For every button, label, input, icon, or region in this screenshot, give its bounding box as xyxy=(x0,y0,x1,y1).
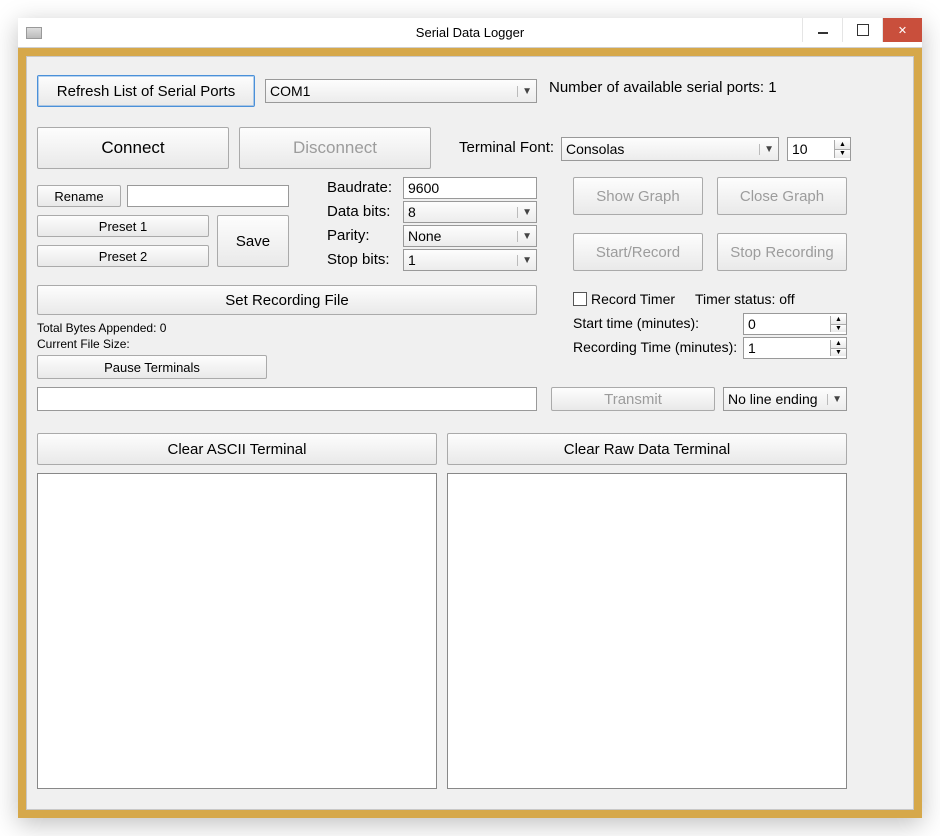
preset2-button[interactable]: Preset 2 xyxy=(37,245,209,267)
ascii-terminal[interactable] xyxy=(37,473,437,789)
stopbits-select[interactable]: 1▼ xyxy=(403,249,537,271)
timer-status-label: Timer status: off xyxy=(695,291,795,307)
chevron-down-icon: ▼ xyxy=(517,231,532,242)
start-time-stepper[interactable]: 0 ▲▼ xyxy=(743,313,847,335)
databits-label: Data bits: xyxy=(327,203,390,220)
chevron-down-icon: ▼ xyxy=(517,255,532,266)
preset1-button[interactable]: Preset 1 xyxy=(37,215,209,237)
font-size-value: 10 xyxy=(792,141,808,157)
close-graph-button[interactable]: Close Graph xyxy=(717,177,847,215)
parity-select[interactable]: None ▼ xyxy=(403,225,537,247)
parity-label: Parity: xyxy=(327,227,370,244)
terminal-font-label: Terminal Font: xyxy=(459,139,554,156)
transmit-input[interactable] xyxy=(37,387,537,411)
start-record-button[interactable]: Start/Record xyxy=(573,233,703,271)
port-select-value: COM1 xyxy=(270,83,310,99)
recording-time-value: 1 xyxy=(748,340,756,356)
line-ending-value: No line ending xyxy=(728,391,818,407)
recording-time-stepper[interactable]: 1 ▲▼ xyxy=(743,337,847,359)
start-time-label: Start time (minutes): xyxy=(573,315,699,331)
stopbits-label: Stop bits: xyxy=(327,251,390,268)
font-select-value: Consolas xyxy=(566,141,624,157)
minimize-button[interactable] xyxy=(802,18,842,42)
line-ending-select[interactable]: No line ending ▼ xyxy=(723,387,847,411)
transmit-button[interactable]: Transmit xyxy=(551,387,715,411)
databits-select[interactable]: 8▼ xyxy=(403,201,537,223)
connect-button[interactable]: Connect xyxy=(37,127,229,169)
spin-up-icon[interactable]: ▲ xyxy=(831,316,846,325)
clear-raw-button[interactable]: Clear Raw Data Terminal xyxy=(447,433,847,465)
window-title: Serial Data Logger xyxy=(18,25,922,40)
client-area: Refresh List of Serial Ports COM1 ▼ Numb… xyxy=(26,56,914,810)
maximize-button[interactable] xyxy=(842,18,882,42)
rename-input[interactable] xyxy=(127,185,289,207)
baudrate-label: Baudrate: xyxy=(327,179,392,196)
chevron-down-icon: ▼ xyxy=(827,394,842,405)
spin-down-icon[interactable]: ▼ xyxy=(835,150,850,159)
spin-down-icon[interactable]: ▼ xyxy=(831,349,846,357)
spin-down-icon[interactable]: ▼ xyxy=(831,325,846,333)
parity-value: None xyxy=(408,228,441,244)
show-graph-button[interactable]: Show Graph xyxy=(573,177,703,215)
set-recording-file-button[interactable]: Set Recording File xyxy=(37,285,537,315)
stop-recording-button[interactable]: Stop Recording xyxy=(717,233,847,271)
spin-up-icon[interactable]: ▲ xyxy=(835,140,850,150)
record-timer-label: Record Timer xyxy=(591,291,675,307)
rename-button[interactable]: Rename xyxy=(37,185,121,207)
clear-ascii-button[interactable]: Clear ASCII Terminal xyxy=(37,433,437,465)
chevron-down-icon: ▼ xyxy=(517,86,532,97)
databits-value: 8 xyxy=(408,204,416,220)
start-time-value: 0 xyxy=(748,316,756,332)
refresh-ports-button[interactable]: Refresh List of Serial Ports xyxy=(37,75,255,107)
ports-count-label: Number of available serial ports: 1 xyxy=(549,79,777,96)
chevron-down-icon: ▼ xyxy=(517,207,532,218)
record-timer-checkbox[interactable]: Record Timer xyxy=(573,291,675,307)
close-button[interactable]: ✕ xyxy=(882,18,922,42)
font-select[interactable]: Consolas ▼ xyxy=(561,137,779,161)
raw-terminal[interactable] xyxy=(447,473,847,789)
font-size-stepper[interactable]: 10 ▲▼ xyxy=(787,137,851,161)
chevron-down-icon: ▼ xyxy=(759,144,774,155)
port-select[interactable]: COM1 ▼ xyxy=(265,79,537,103)
spin-up-icon[interactable]: ▲ xyxy=(831,340,846,349)
checkbox-icon xyxy=(573,292,587,306)
window-frame: Serial Data Logger ✕ Refresh List of Ser… xyxy=(18,18,922,818)
total-bytes-label: Total Bytes Appended: 0 xyxy=(37,321,166,335)
title-bar: Serial Data Logger ✕ xyxy=(18,18,922,48)
current-file-size-label: Current File Size: xyxy=(37,337,130,351)
disconnect-button[interactable]: Disconnect xyxy=(239,127,431,169)
save-button[interactable]: Save xyxy=(217,215,289,267)
recording-time-label: Recording Time (minutes): xyxy=(573,339,737,355)
pause-terminals-button[interactable]: Pause Terminals xyxy=(37,355,267,379)
baudrate-input[interactable] xyxy=(403,177,537,199)
stopbits-value: 1 xyxy=(408,252,416,268)
app-icon xyxy=(26,27,42,39)
